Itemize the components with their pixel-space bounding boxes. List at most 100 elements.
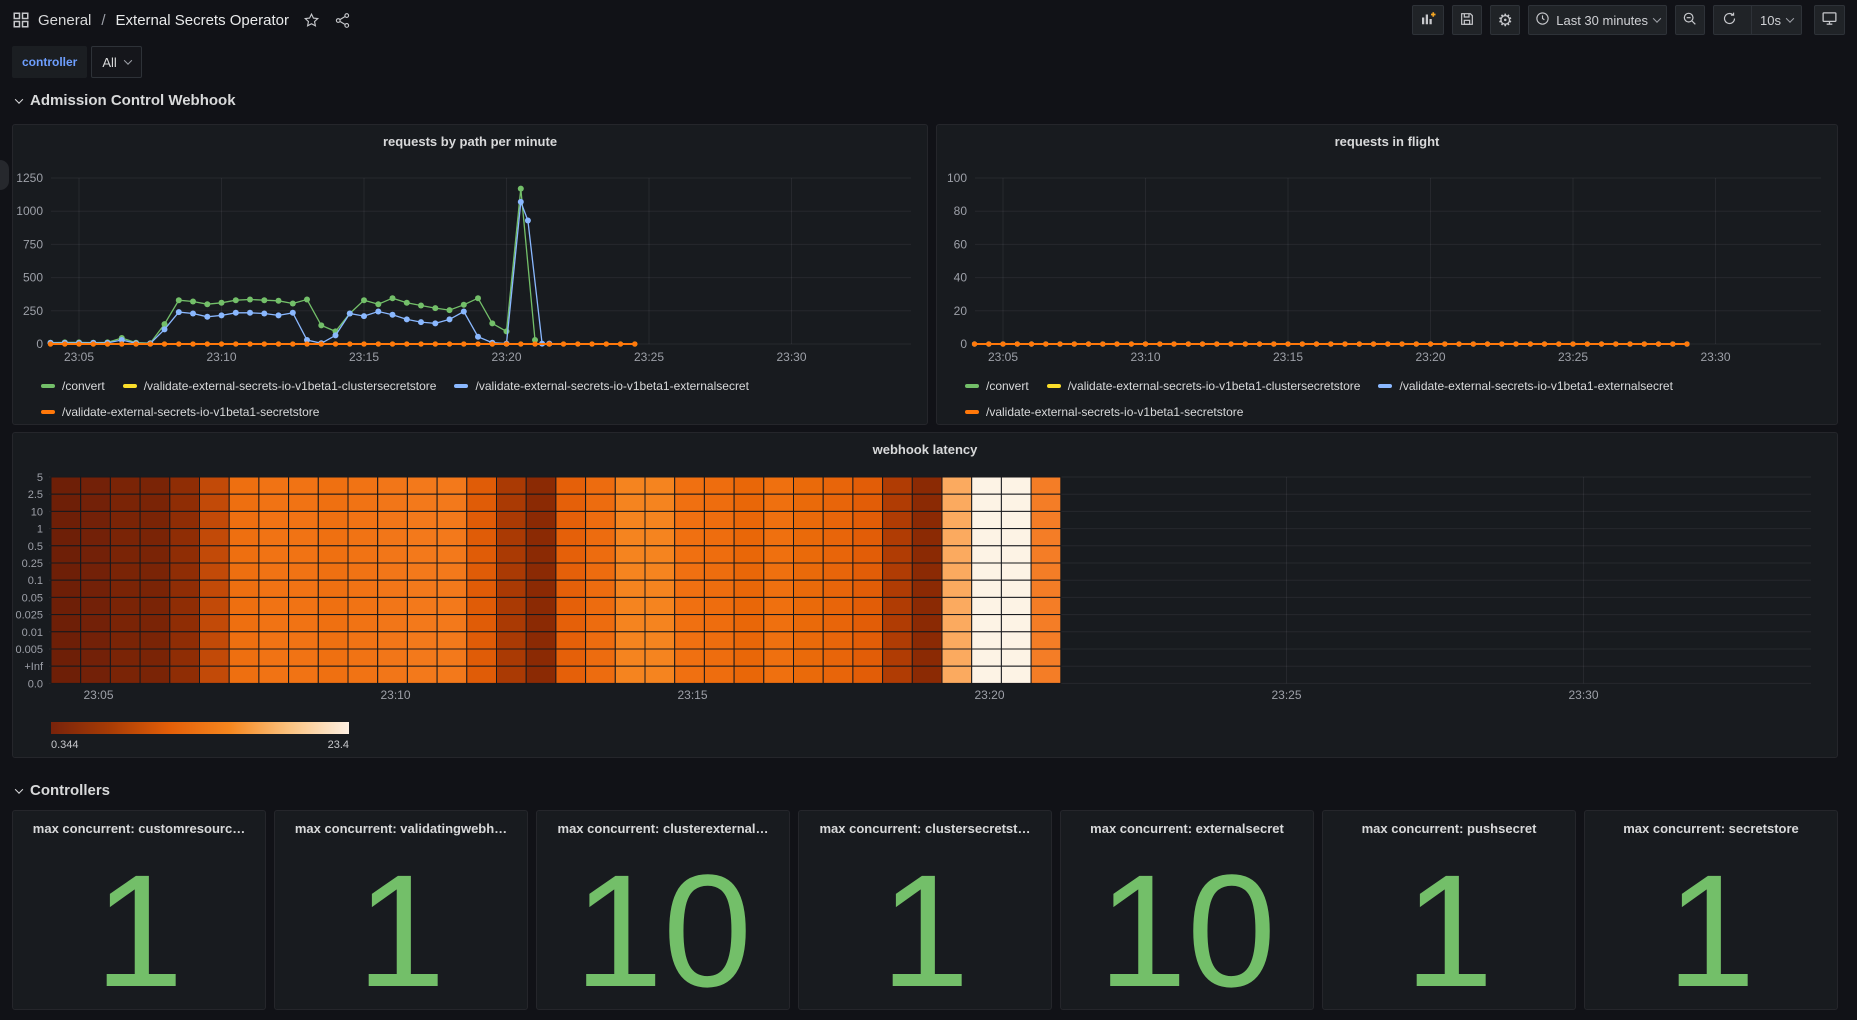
svg-text:23:25: 23:25 bbox=[1271, 688, 1301, 702]
svg-text:0.05: 0.05 bbox=[22, 592, 43, 604]
save-icon bbox=[1459, 11, 1475, 30]
timeseries-chart: 02040608010023:0523:1023:1523:2023:2523:… bbox=[937, 157, 1837, 367]
legend-swatch bbox=[965, 410, 979, 414]
stats-row: max concurrent: customresourc…1max concu… bbox=[12, 810, 1838, 1010]
stat-value: 1 bbox=[1323, 851, 1575, 1011]
zoom-out-icon bbox=[1682, 11, 1698, 30]
cycle-view-mode-button[interactable] bbox=[1814, 5, 1845, 35]
variable-controller-value-dropdown[interactable]: All bbox=[91, 46, 141, 78]
section-title: Admission Control Webhook bbox=[30, 92, 236, 109]
svg-text:0.1: 0.1 bbox=[28, 575, 43, 587]
breadcrumb-separator: / bbox=[101, 12, 105, 29]
svg-text:23:10: 23:10 bbox=[1130, 350, 1160, 364]
svg-text:23:15: 23:15 bbox=[677, 688, 707, 702]
svg-text:0.25: 0.25 bbox=[22, 558, 43, 570]
svg-text:23:20: 23:20 bbox=[974, 688, 1004, 702]
legend-swatch bbox=[123, 384, 137, 388]
legend-label: /validate-external-secrets-io-v1beta1-ex… bbox=[1399, 374, 1672, 398]
stat-title[interactable]: max concurrent: secretstore bbox=[1585, 821, 1837, 836]
legend-item[interactable]: /validate-external-secrets-io-v1beta1-cl… bbox=[1047, 374, 1361, 398]
svg-text:23:15: 23:15 bbox=[1273, 350, 1303, 364]
stat-title[interactable]: max concurrent: pushsecret bbox=[1323, 821, 1575, 836]
timeseries-chart: 02505007501000125023:0523:1023:1523:2023… bbox=[13, 157, 927, 367]
section-admission-control-webhook[interactable]: Admission Control Webhook bbox=[16, 92, 236, 109]
stat-panel: max concurrent: externalsecret 10 bbox=[1060, 810, 1314, 1010]
share-icon[interactable] bbox=[334, 12, 351, 29]
svg-text:0.0: 0.0 bbox=[28, 678, 43, 690]
legend-item[interactable]: /validate-external-secrets-io-v1beta1-se… bbox=[965, 400, 1243, 424]
legend-label: /validate-external-secrets-io-v1beta1-cl… bbox=[1068, 374, 1361, 398]
svg-text:23.4: 23.4 bbox=[328, 739, 349, 751]
svg-text:5: 5 bbox=[37, 472, 43, 484]
legend-label: /validate-external-secrets-io-v1beta1-se… bbox=[62, 400, 319, 424]
svg-text:2.5: 2.5 bbox=[28, 489, 43, 501]
svg-text:23:30: 23:30 bbox=[776, 350, 806, 364]
left-edge-notch bbox=[0, 160, 9, 190]
panel-title[interactable]: webhook latency bbox=[13, 433, 1837, 465]
stat-value: 10 bbox=[1061, 851, 1313, 1011]
dashboard-settings-button[interactable]: ⚙ bbox=[1490, 5, 1520, 35]
svg-text:23:20: 23:20 bbox=[491, 350, 521, 364]
stat-title[interactable]: max concurrent: customresourc… bbox=[13, 821, 265, 836]
top-bar: General / External Secrets Operator bbox=[0, 0, 1857, 40]
legend-item[interactable]: /convert bbox=[965, 374, 1029, 398]
legend-item[interactable]: /validate-external-secrets-io-v1beta1-cl… bbox=[123, 374, 437, 398]
svg-text:750: 750 bbox=[23, 237, 43, 251]
svg-text:0: 0 bbox=[960, 337, 967, 351]
svg-text:23:10: 23:10 bbox=[380, 688, 410, 702]
stat-panel: max concurrent: pushsecret 1 bbox=[1322, 810, 1576, 1010]
stat-panel: max concurrent: validatingwebh… 1 bbox=[274, 810, 528, 1010]
legend-item[interactable]: /validate-external-secrets-io-v1beta1-ex… bbox=[454, 374, 748, 398]
svg-text:80: 80 bbox=[954, 204, 968, 218]
chevron-down-icon bbox=[1786, 14, 1794, 22]
svg-text:23:15: 23:15 bbox=[349, 350, 379, 364]
chart-legend: /convert/validate-external-secrets-io-v1… bbox=[937, 372, 1837, 424]
time-range-picker[interactable]: Last 30 minutes bbox=[1528, 5, 1667, 35]
stat-title[interactable]: max concurrent: externalsecret bbox=[1061, 821, 1313, 836]
legend-swatch bbox=[965, 384, 979, 388]
apps-icon[interactable] bbox=[12, 11, 30, 29]
svg-text:0: 0 bbox=[36, 337, 43, 351]
star-icon[interactable] bbox=[303, 12, 320, 29]
svg-text:40: 40 bbox=[954, 271, 968, 285]
refresh-button[interactable] bbox=[1714, 6, 1745, 34]
legend-item[interactable]: /validate-external-secrets-io-v1beta1-ex… bbox=[1378, 374, 1672, 398]
add-panel-button[interactable] bbox=[1412, 5, 1444, 35]
stat-title[interactable]: max concurrent: validatingwebh… bbox=[275, 821, 527, 836]
stat-panel: max concurrent: clusterexternal…10 bbox=[536, 810, 790, 1010]
svg-text:23:30: 23:30 bbox=[1568, 688, 1598, 702]
panel-requests-in-flight: requests in flight 02040608010023:0523:1… bbox=[936, 124, 1838, 425]
variables-row: controller All bbox=[12, 46, 142, 78]
monitor-icon bbox=[1821, 10, 1838, 30]
chevron-down-icon bbox=[15, 95, 23, 103]
svg-text:0.025: 0.025 bbox=[15, 610, 43, 622]
zoom-out-button[interactable] bbox=[1675, 5, 1705, 35]
legend-item[interactable]: /convert bbox=[41, 374, 105, 398]
stat-title[interactable]: max concurrent: clusterexternal… bbox=[537, 821, 789, 836]
svg-text:23:05: 23:05 bbox=[988, 350, 1018, 364]
time-range-label: Last 30 minutes bbox=[1556, 13, 1648, 28]
svg-text:1250: 1250 bbox=[16, 171, 43, 185]
dashboard-title[interactable]: External Secrets Operator bbox=[116, 12, 289, 29]
panel-title[interactable]: requests by path per minute bbox=[13, 125, 927, 157]
svg-text:1: 1 bbox=[37, 524, 43, 536]
stat-value: 1 bbox=[275, 851, 527, 1011]
chevron-down-icon bbox=[1653, 14, 1661, 22]
refresh-interval-label: 10s bbox=[1760, 13, 1781, 28]
panel-title[interactable]: requests in flight bbox=[937, 125, 1837, 157]
panel-requests-by-path: requests by path per minute 025050075010… bbox=[12, 124, 928, 425]
stat-value: 1 bbox=[1585, 851, 1837, 1011]
legend-swatch bbox=[41, 384, 55, 388]
stat-title[interactable]: max concurrent: clustersecretst… bbox=[799, 821, 1051, 836]
save-dashboard-button[interactable] bbox=[1452, 5, 1482, 35]
legend-swatch bbox=[454, 384, 468, 388]
chevron-down-icon bbox=[124, 56, 132, 64]
refresh-button-group: 10s bbox=[1713, 5, 1802, 35]
legend-item[interactable]: /validate-external-secrets-io-v1beta1-se… bbox=[41, 400, 319, 424]
legend-label: /convert bbox=[986, 374, 1029, 398]
section-controllers[interactable]: Controllers bbox=[16, 782, 110, 799]
svg-text:500: 500 bbox=[23, 271, 43, 285]
breadcrumb-folder[interactable]: General bbox=[38, 12, 91, 29]
refresh-interval-select[interactable]: 10s bbox=[1751, 6, 1801, 34]
heatmap-chart: 52.51010.50.250.10.050.0250.010.005+Inf0… bbox=[13, 465, 1837, 755]
